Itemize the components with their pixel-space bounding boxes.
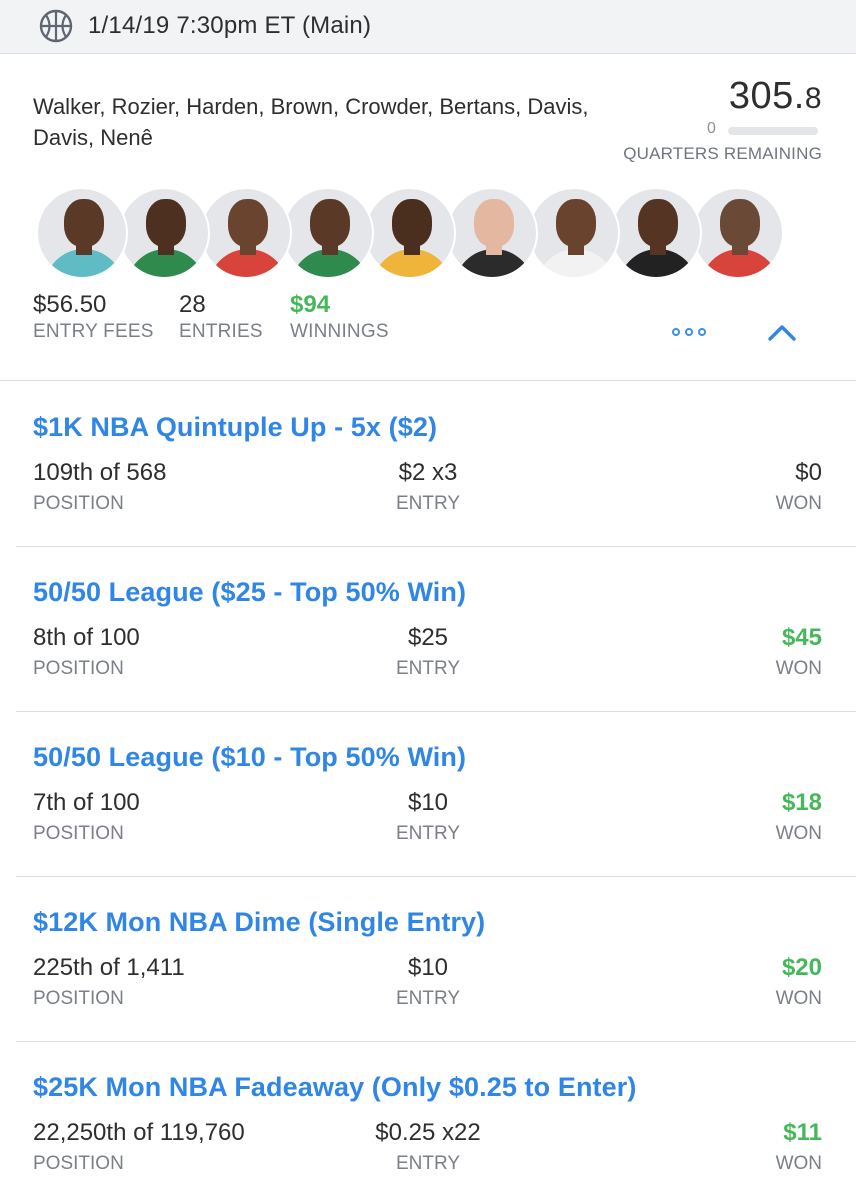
contest-row[interactable]: 50/50 League ($10 - Top 50% Win) 7th of 1… (16, 712, 856, 877)
contest-header: 1/14/19 7:30pm ET (Main) (0, 0, 856, 54)
score-decimal: 8 (804, 82, 822, 115)
position-label: POSITION (33, 823, 124, 844)
quarters-remaining-label: QUARTERS REMAINING (623, 144, 822, 163)
position-label: POSITION (33, 493, 124, 514)
head-shape (556, 199, 596, 247)
contest-row[interactable]: $25K Mon NBA Fadeaway (Only $0.25 to Ent… (16, 1042, 856, 1200)
contest-position: 22,250th of 119,760 (33, 1119, 245, 1146)
entries-label: ENTRIES (179, 321, 263, 342)
position-label: POSITION (33, 1153, 124, 1174)
contest-name[interactable]: $1K NBA Quintuple Up - 5x ($2) (33, 412, 437, 443)
contest-name[interactable]: 50/50 League ($10 - Top 50% Win) (33, 742, 466, 773)
player-avatar[interactable] (364, 187, 456, 279)
head-shape (720, 199, 760, 247)
slate-title: 1/14/19 7:30pm ET (Main) (88, 12, 372, 39)
contest-row[interactable]: $12K Mon NBA Dime (Single Entry) 225th of… (16, 877, 856, 1042)
more-options-button[interactable] (672, 325, 710, 339)
head-shape (64, 199, 104, 247)
head-shape (310, 199, 350, 247)
entry-fees-stat: $56.50 ENTRY FEES (33, 291, 154, 343)
player-avatar[interactable] (446, 187, 538, 279)
won-label: WON (775, 1153, 822, 1174)
entry-fees-value: $56.50 (33, 291, 107, 318)
player-avatar[interactable] (200, 187, 292, 279)
contest-name[interactable]: 50/50 League ($25 - Top 50% Win) (33, 577, 466, 608)
quarters-progress-track (728, 127, 818, 135)
winnings-stat: $94 WINNINGS (290, 291, 389, 343)
head-shape (638, 199, 678, 247)
entries-value: 28 (179, 291, 206, 318)
head-shape (228, 199, 268, 247)
contest-position: 8th of 100 (33, 624, 140, 651)
player-avatar[interactable] (692, 187, 784, 279)
head-shape (474, 199, 514, 247)
contest-won: $45 (781, 624, 822, 651)
chevron-up-icon[interactable] (766, 321, 798, 343)
ellipsis-icon (698, 328, 706, 336)
contest-row[interactable]: $1K NBA Quintuple Up - 5x ($2) 109th of 5… (16, 382, 856, 547)
entry-label: ENTRY (395, 988, 461, 1009)
contest-position: 225th of 1,411 (33, 954, 185, 981)
contest-entry: $2 x3 (398, 459, 458, 486)
player-avatar[interactable] (36, 187, 128, 279)
quarters-remaining-value: 0 (707, 120, 716, 137)
contest-won: $0 (795, 459, 822, 486)
contest-entry: $10 (407, 954, 449, 981)
entry-label: ENTRY (395, 493, 461, 514)
entry-fees-label: ENTRY FEES (33, 321, 154, 342)
contest-position: 109th of 568 (33, 459, 167, 486)
contest-won: $11 (783, 1119, 822, 1146)
position-label: POSITION (33, 658, 124, 679)
ellipsis-icon (672, 328, 680, 336)
ellipsis-icon (685, 328, 693, 336)
head-shape (146, 199, 186, 247)
lineup-players-text: Walker, Rozier, Harden, Brown, Crowder, … (33, 94, 589, 150)
player-avatar[interactable] (282, 187, 374, 279)
winnings-value: $94 (290, 291, 331, 318)
player-avatar[interactable] (610, 187, 702, 279)
winnings-label: WINNINGS (290, 321, 389, 342)
won-label: WON (775, 493, 822, 514)
lineup-summary: Walker, Rozier, Harden, Brown, Crowder, … (0, 55, 856, 381)
player-avatar[interactable] (118, 187, 210, 279)
won-label: WON (775, 823, 822, 844)
contest-entry: $0.25 x22 (375, 1119, 481, 1146)
contest-position: 7th of 100 (33, 789, 140, 816)
entry-label: ENTRY (395, 1153, 461, 1174)
head-shape (392, 199, 432, 247)
quarters-progress: 0 (707, 118, 822, 140)
fantasy-score: 305.8 (729, 75, 822, 118)
contest-entry: $25 (407, 624, 449, 651)
entries-stat: 28 ENTRIES (179, 291, 263, 343)
won-label: WON (775, 658, 822, 679)
contest-name[interactable]: $25K Mon NBA Fadeaway (Only $0.25 to Ent… (33, 1072, 636, 1103)
score-whole: 305. (728, 75, 805, 117)
entry-label: ENTRY (395, 823, 461, 844)
contest-won: $20 (781, 954, 822, 981)
contest-row[interactable]: 50/50 League ($25 - Top 50% Win) 8th of 1… (16, 547, 856, 712)
basketball-icon (39, 9, 73, 43)
position-label: POSITION (33, 988, 124, 1009)
entry-label: ENTRY (395, 658, 461, 679)
contest-entry: $10 (407, 789, 449, 816)
contest-won: $18 (781, 789, 822, 816)
player-avatar[interactable] (528, 187, 620, 279)
won-label: WON (775, 988, 822, 1009)
contest-name[interactable]: $12K Mon NBA Dime (Single Entry) (33, 907, 485, 938)
